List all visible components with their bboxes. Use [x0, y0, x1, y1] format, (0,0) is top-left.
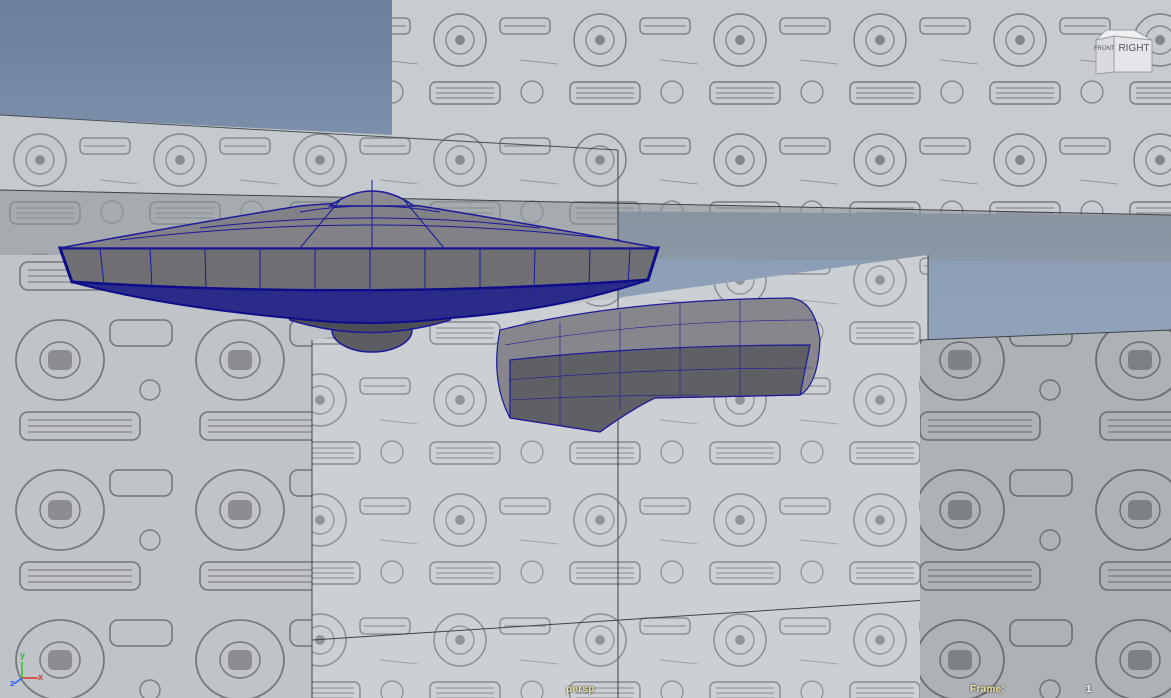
frame-label: Frame:: [970, 684, 1006, 695]
axis-z-label: z: [10, 678, 15, 688]
camera-name-label: persp: [566, 684, 595, 695]
viewcube[interactable]: FRONT RIGHT: [1094, 26, 1156, 76]
axis-y-label: y: [20, 650, 26, 660]
viewcube-front-face[interactable]: FRONT: [1094, 42, 1115, 56]
axis-gizmo: x y z: [8, 648, 48, 688]
viewport-scene[interactable]: [0, 0, 1171, 698]
viewcube-right-face[interactable]: RIGHT: [1116, 42, 1152, 56]
3d-viewport[interactable]: FRONT RIGHT x y z persp Frame: 1: [0, 0, 1171, 698]
reference-plane-right: [919, 329, 1171, 698]
frame-value: 1: [1086, 684, 1092, 695]
axis-x-label: x: [38, 672, 44, 682]
